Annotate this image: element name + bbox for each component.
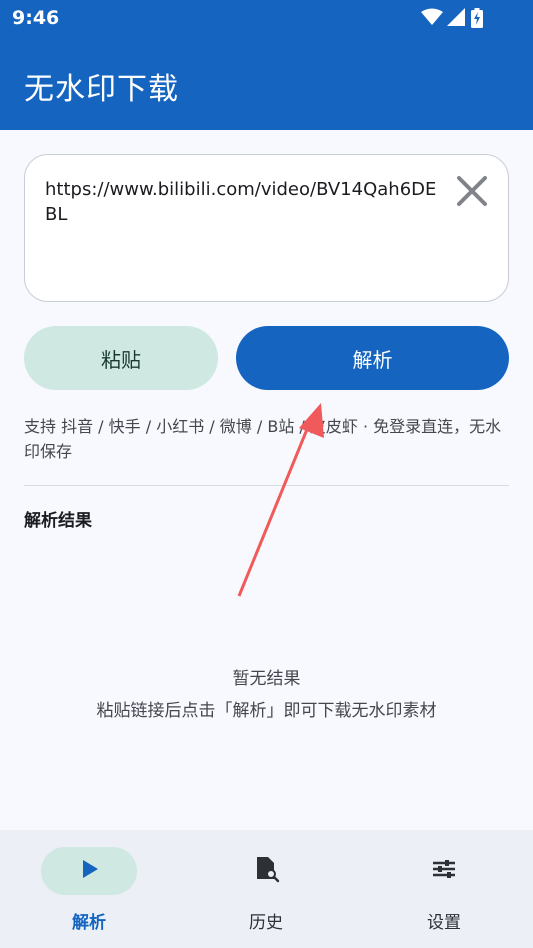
parse-button[interactable]: 解析 (236, 326, 509, 390)
nav-label: 历史 (249, 913, 283, 933)
supported-platforms-text: 支持 抖音 / 快手 / 小红书 / 微博 / B站 / 皮皮虾 · 免登录直连… (24, 417, 502, 461)
app-bar: 9:46 无水印下载 (0, 0, 533, 130)
nav-item-parse[interactable]: 解析 (0, 830, 178, 948)
battery-charging-icon (471, 8, 483, 28)
nav-label: 设置 (427, 913, 461, 933)
status-bar: 9:46 (0, 0, 533, 36)
history-icon (257, 857, 280, 883)
url-input-card[interactable]: https://www.bilibili.com/video/BV14Qah6D… (24, 154, 509, 302)
divider (24, 485, 509, 486)
bottom-navigation: 解析 历史 设置 (0, 830, 533, 948)
nav-label: 解析 (72, 913, 106, 933)
cellular-signal-icon (447, 8, 465, 26)
url-input[interactable]: https://www.bilibili.com/video/BV14Qah6D… (45, 177, 445, 227)
app-root: 9:46 无水印下载 https://www.bilibili.com/vide… (0, 0, 533, 948)
paste-button[interactable]: 粘贴 (24, 326, 218, 390)
nav-item-settings[interactable]: 设置 (355, 830, 533, 948)
settings-icon (433, 860, 455, 878)
status-time: 9:46 (12, 7, 60, 29)
results-section-title: 解析结果 (24, 511, 92, 531)
clear-icon[interactable] (454, 173, 490, 209)
status-icons (421, 8, 493, 28)
page-title: 无水印下载 (24, 72, 179, 107)
annotation-arrow (237, 403, 324, 597)
empty-state-hint: 粘贴链接后点击「解析」即可下载无水印素材 (96, 701, 437, 721)
play-icon (83, 860, 98, 878)
nav-item-history[interactable]: 历史 (177, 830, 355, 948)
wifi-icon (421, 8, 443, 25)
empty-state-title: 暂无结果 (232, 669, 301, 689)
